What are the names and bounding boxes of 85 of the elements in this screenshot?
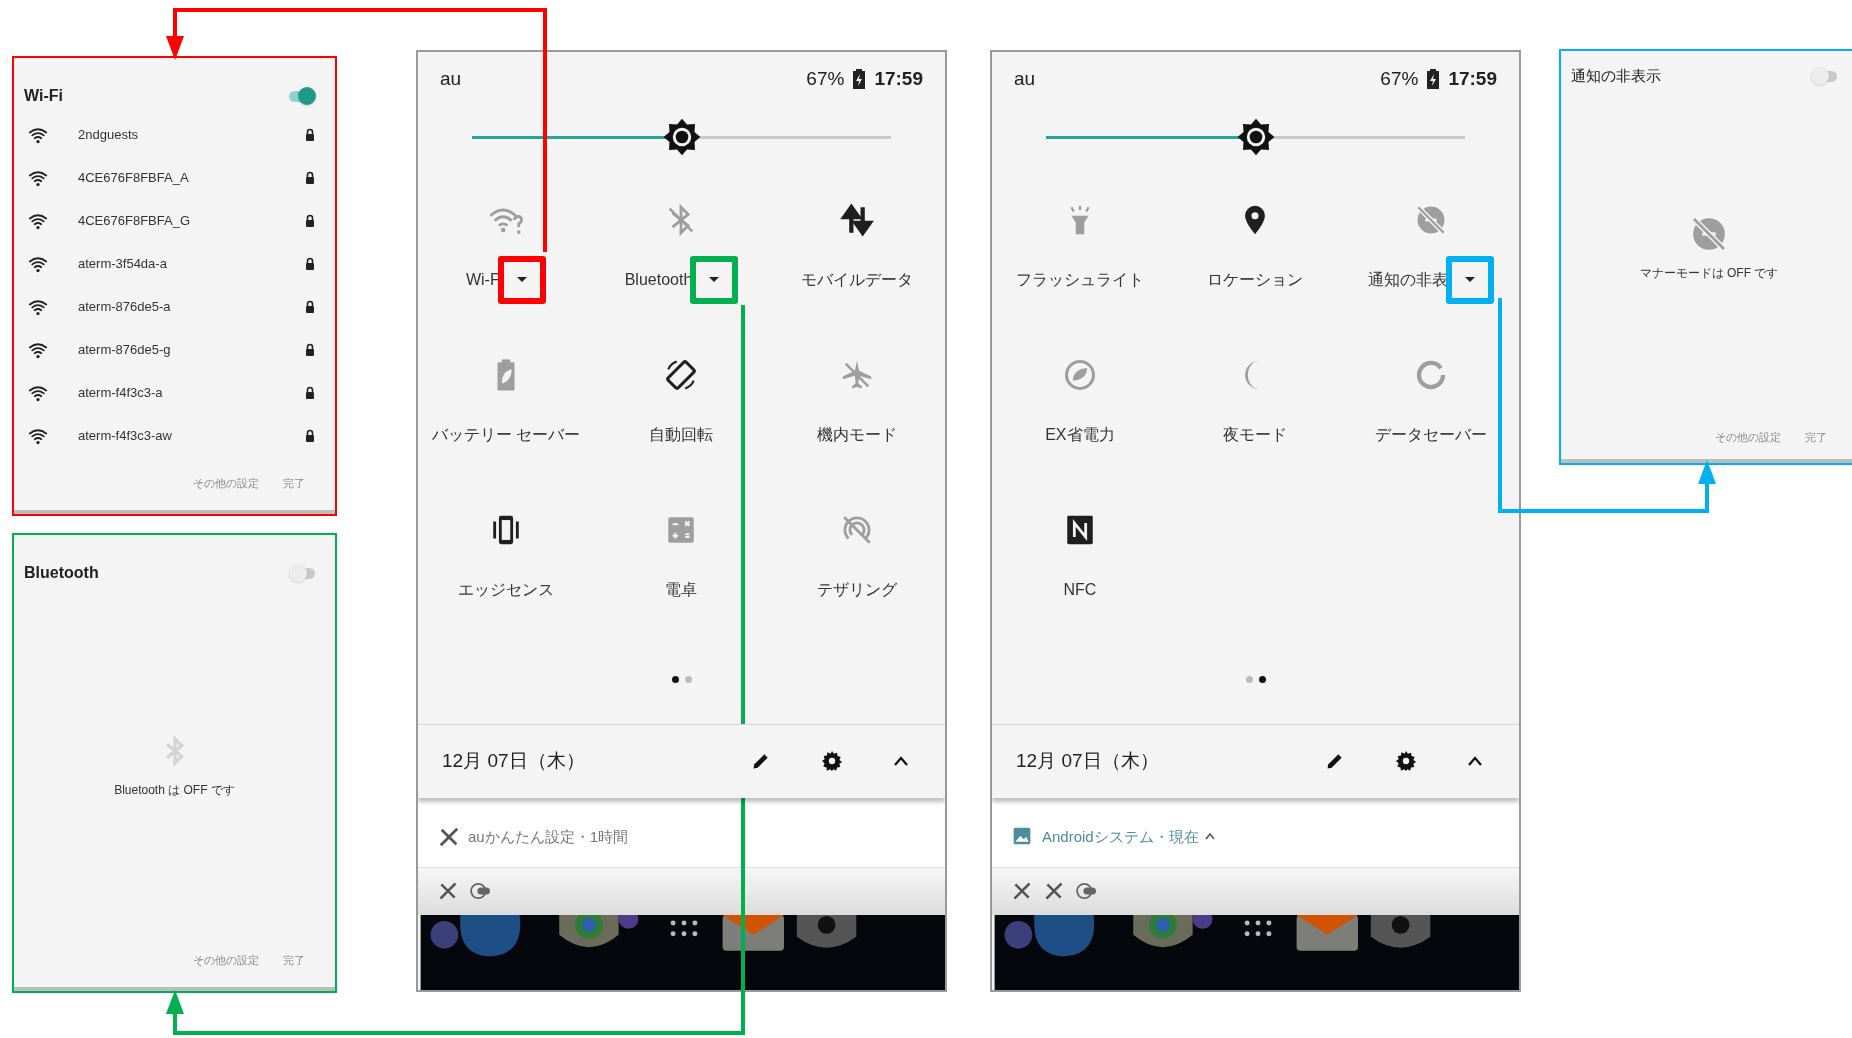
tile-label: エッジセンス [457,579,554,600]
toggle-switch[interactable] [289,564,315,582]
lock-icon [305,214,315,227]
carrier-name: au [440,66,462,91]
more-settings-link[interactable]: その他の設定 [193,951,259,969]
panel-title: Bluetooth [24,563,99,583]
lock-icon [305,386,315,399]
status-message: Bluetooth は OFF です [114,782,235,799]
lock-icon [305,429,315,442]
network-name[interactable]: aterm-3f54da-a [78,253,305,274]
slider-track[interactable] [1046,135,1465,139]
settings-icon[interactable] [821,750,843,773]
network-name[interactable]: aterm-f4f3c3-aw [78,425,305,446]
up-down-arrows-icon[interactable] [840,202,875,237]
lock-icon [305,343,315,356]
tile-label: NFC [1063,579,1097,600]
brightness-thumb[interactable] [1235,117,1276,158]
tile-label: フラッシュライト [1015,269,1144,290]
tile-label: バッテリー セーバー [431,424,581,445]
wifi-icon [28,168,48,187]
clock-time: 17:59 [1448,66,1497,91]
lock-icon [305,300,315,313]
tile-label: ロケーション [1207,269,1304,290]
image-icon [1012,825,1032,846]
wifi-icon [28,125,48,144]
network-name[interactable]: 4CE676F8FBFA_A [78,167,305,188]
wifi-icon [28,211,48,230]
lock-icon [305,128,315,141]
carrier-name: au [1014,66,1036,91]
battery-percent: 67% [1380,66,1419,91]
date-label: 12月 07日（木） [442,749,586,774]
wifi-icon [28,340,48,359]
settings-icon[interactable] [1395,750,1417,773]
battery-percent: 67% [806,66,845,91]
done-link[interactable]: 完了 [283,474,305,492]
lock-icon [305,171,315,184]
toggle-switch[interactable] [289,87,315,105]
status-message: マナーモードは OFF です [1639,265,1779,282]
tile-label: 通知の非表 [1368,269,1449,290]
tile-label: 電卓 [665,579,698,600]
toggle-icon [470,882,492,901]
tile-label: 自動回転 [649,424,714,445]
network-name[interactable]: 2ndguests [78,124,305,145]
notification-title: auかんたん設定・1時間 [468,826,629,847]
notification-title: Androidシステム・現在 [1042,826,1199,847]
done-link[interactable]: 完了 [1805,428,1827,446]
chevron-up-icon[interactable] [893,755,909,768]
network-name[interactable]: aterm-f4f3c3-a [78,382,305,403]
chevron-up-icon[interactable] [1204,831,1215,840]
pencil-icon[interactable] [751,751,771,772]
toggle-switch[interactable] [1811,67,1837,85]
tile-label: テザリング [817,579,898,600]
network-name[interactable]: 4CE676F8FBFA_G [78,210,305,231]
wifi-icon [28,426,48,445]
rotate-icon[interactable] [664,357,699,392]
brightness-thumb[interactable] [661,117,702,158]
chevron-up-icon[interactable] [1467,755,1483,768]
toggle-icon [1076,882,1098,901]
more-settings-link[interactable]: その他の設定 [1715,428,1781,446]
tile-label: Wi-F [465,269,500,290]
panel-title: Wi-Fi [24,86,63,106]
date-label: 12月 07日（木） [1016,749,1160,774]
tile-label: モバイルデータ [801,269,914,290]
wifi-icon [28,254,48,273]
tile-label: データセーバー [1375,424,1488,445]
caret-icon [709,276,720,283]
tile-label: 機内モード [817,424,898,445]
tile-label: 夜モード [1223,424,1288,445]
battery-icon [1426,68,1441,89]
done-link[interactable]: 完了 [283,951,305,969]
caret-icon [1465,276,1476,283]
panel-title: 通知の非表示 [1571,65,1661,86]
tile-label: Bluetooth [624,269,693,290]
wifi-icon [28,297,48,316]
wifi-icon [28,383,48,402]
slider-track[interactable] [472,135,891,139]
lock-icon [305,257,315,270]
tile-label: EX省電力 [1045,424,1115,445]
network-name[interactable]: aterm-876de5-a [78,296,305,317]
battery-icon [852,68,867,89]
pencil-icon[interactable] [1325,751,1345,772]
clock-time: 17:59 [874,66,923,91]
caret-icon [516,276,527,283]
network-name[interactable]: aterm-876de5-g [78,339,305,360]
more-settings-link[interactable]: その他の設定 [193,474,259,492]
